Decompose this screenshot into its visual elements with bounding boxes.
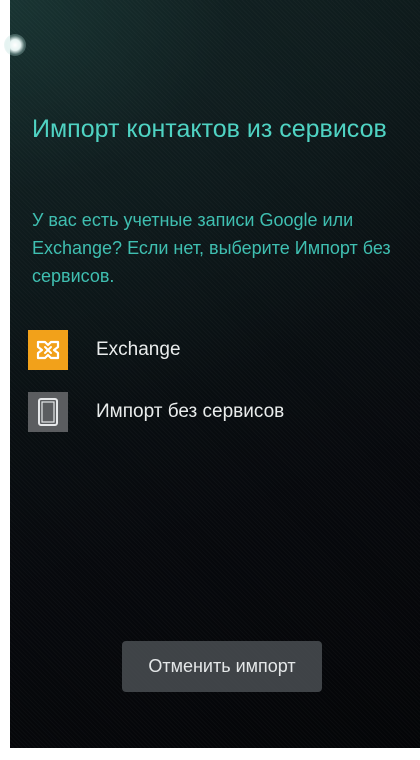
option-import-without-services[interactable]: Импорт без сервисов [28,390,388,434]
screen-frame-bottom [0,748,420,760]
pulley-indicator-glow [4,34,26,56]
option-import-without-services-label: Импорт без сервисов [96,401,285,422]
page-description: У вас есть учетные записи Google или Exc… [32,210,391,286]
screen-frame-left [0,0,10,760]
phone-device-icon [28,392,68,432]
option-exchange-label: Exchange [96,339,181,360]
option-exchange[interactable]: Exchange [28,328,388,372]
page-title: Импорт контактов из сервисов [32,115,387,143]
import-contacts-screen: Импорт контактов из сервисов У вас есть … [0,0,420,760]
exchange-icon [28,330,68,370]
cancel-import-button[interactable]: Отменить импорт [122,641,322,692]
